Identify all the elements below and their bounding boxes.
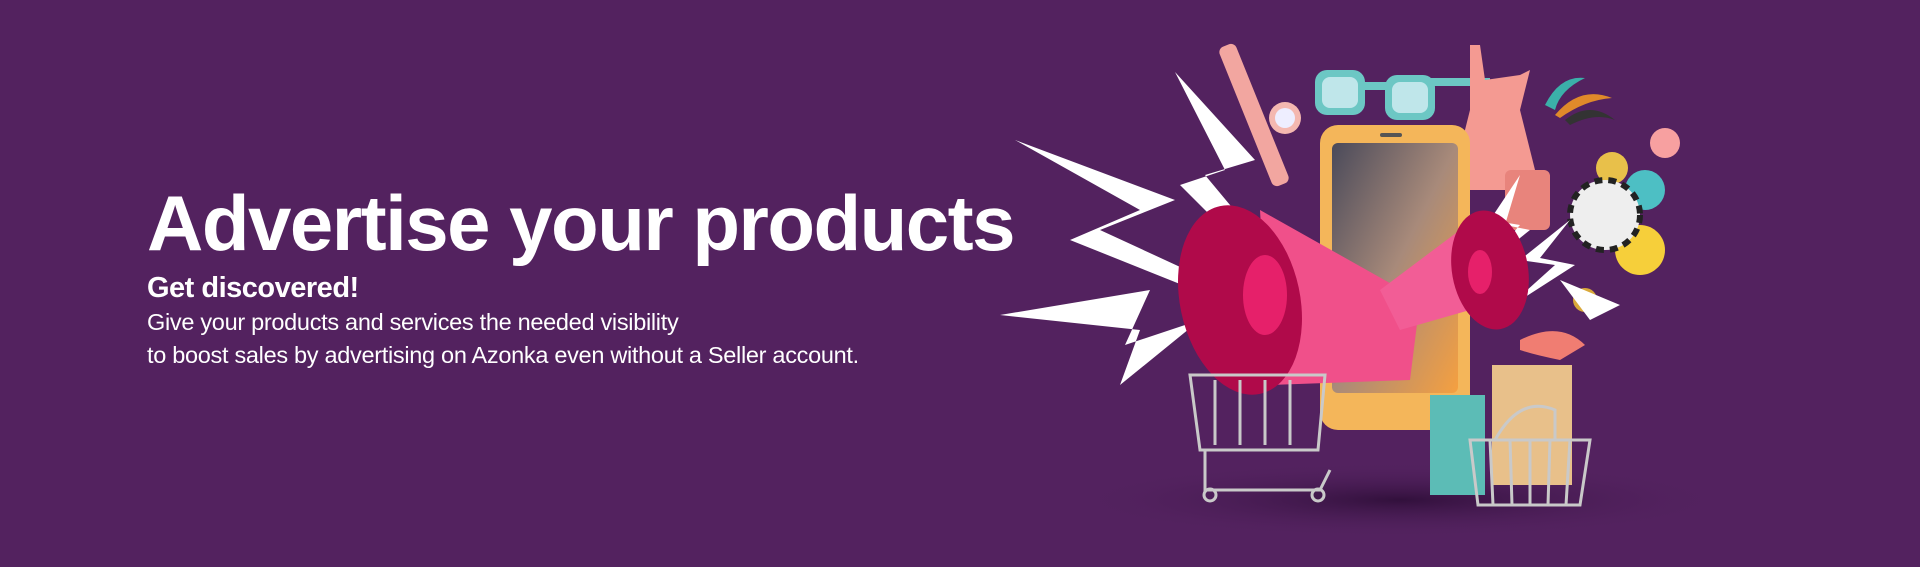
- ball-striped: [1567, 177, 1643, 253]
- ground-shadow: [1070, 462, 1730, 538]
- banner-description-line-1: Give your products and services the need…: [147, 309, 679, 335]
- shopping-bag-teal: [1430, 395, 1485, 495]
- banner-description-line-2: to boost sales by advertising on Azonka …: [147, 342, 859, 368]
- ball-pink: [1650, 128, 1680, 158]
- megaphone-shopping-illustration: [1000, 43, 1730, 538]
- sunglasses-icon: [1315, 70, 1490, 120]
- advertise-banner: Advertise your products Get discovered! …: [0, 0, 1920, 567]
- sandal-icon: [1520, 331, 1585, 360]
- banner-text: Advertise your products Get discovered! …: [147, 178, 1016, 372]
- swoosh-stripe: [1565, 110, 1615, 125]
- banner-subtitle: Get discovered!: [147, 272, 359, 304]
- banner-title: Advertise your products: [147, 179, 1016, 267]
